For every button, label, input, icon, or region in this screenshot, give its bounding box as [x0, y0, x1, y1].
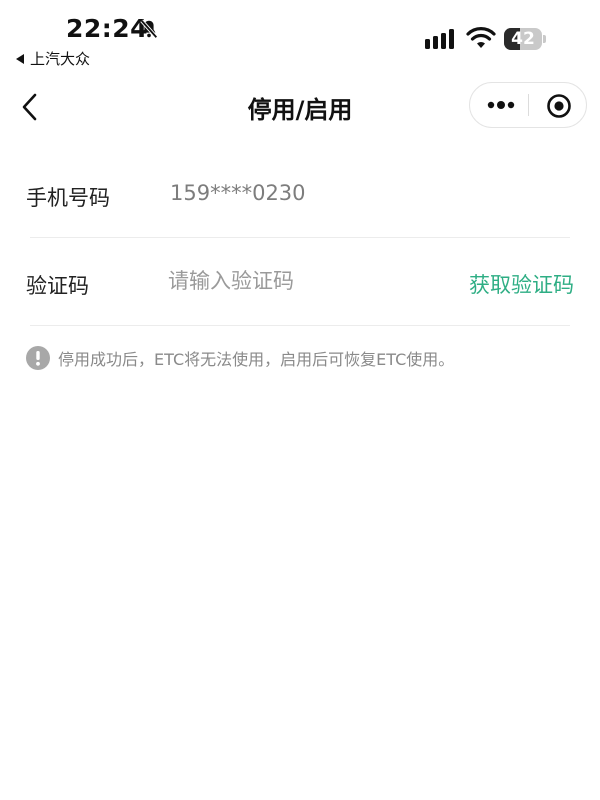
get-code-button[interactable]: 获取验证码: [469, 269, 574, 299]
menu-capsule: [469, 82, 587, 128]
capsule-divider: [528, 94, 529, 116]
code-row: 验证码 获取验证码: [0, 238, 600, 326]
back-triangle-icon: [16, 53, 24, 64]
bell-slash-icon: [140, 19, 158, 39]
code-input[interactable]: [168, 260, 428, 302]
notice: 停用成功后，ETC将无法使用，启用后可恢复ETC使用。: [26, 346, 454, 370]
battery-icon: 42: [504, 28, 542, 50]
wifi-icon: [466, 27, 496, 48]
signal-icon: [425, 29, 454, 49]
more-icon[interactable]: [486, 97, 516, 113]
code-label: 验证码: [26, 274, 89, 298]
status-bar: 22:24 上汽大众 42: [0, 0, 600, 70]
back-app-label: 上汽大众: [30, 50, 91, 68]
exclamation-circle-icon: [26, 346, 50, 370]
target-icon[interactable]: [546, 93, 572, 119]
phone-label: 手机号码: [26, 186, 110, 210]
battery-nub: [543, 35, 546, 43]
form: 手机号码 159****0230 验证码 获取验证码: [0, 150, 600, 326]
notice-text: 停用成功后，ETC将无法使用，启用后可恢复ETC使用。: [58, 350, 455, 369]
row-divider: [30, 325, 570, 326]
phone-value: 159****0230: [170, 181, 306, 205]
back-to-app-link[interactable]: 上汽大众: [16, 48, 90, 69]
nav-bar: 停用/启用: [0, 76, 600, 138]
battery-level: 42: [511, 29, 535, 49]
phone-row: 手机号码 159****0230: [0, 150, 600, 238]
status-time: 22:24: [66, 14, 149, 43]
